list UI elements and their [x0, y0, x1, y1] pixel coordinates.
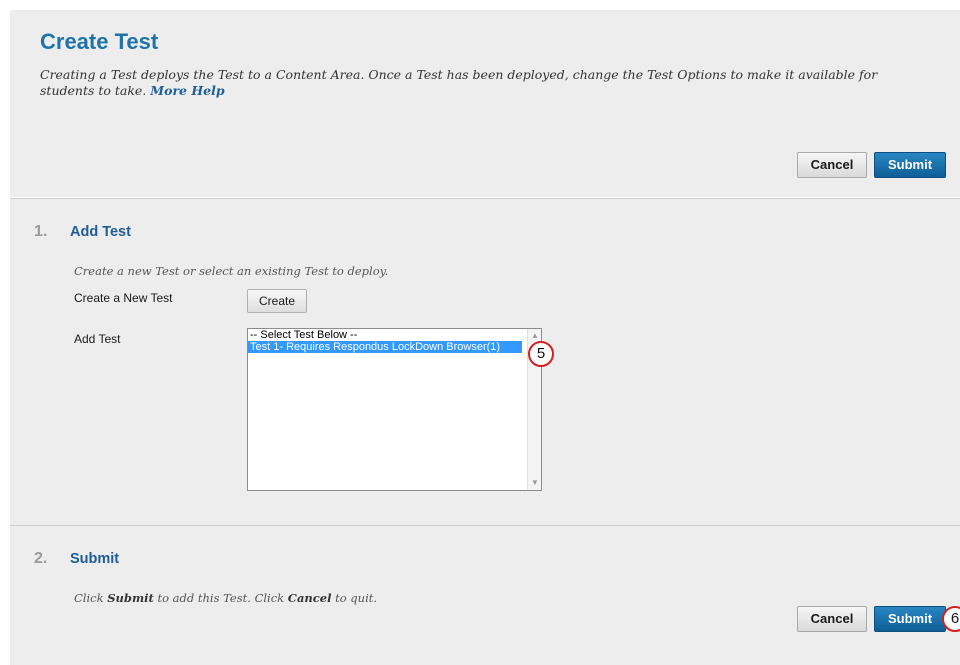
test-select-list[interactable]: -- Select Test Below -- Test 1- Requires… [247, 328, 542, 491]
instruction-text: to quit. [331, 591, 378, 605]
instruction-submit-word: Submit [107, 591, 154, 605]
cancel-button-top[interactable]: Cancel [797, 152, 867, 178]
scroll-down-arrow-icon[interactable]: ▼ [531, 479, 539, 487]
page-title: Create Test [40, 29, 159, 54]
create-button[interactable]: Create [247, 289, 307, 313]
section-title: Submit [70, 551, 120, 567]
submit-instructions: Click Submit to add this Test. Click Can… [74, 591, 377, 605]
create-new-test-label: Create a New Test [74, 291, 173, 305]
add-test-section: 1. Add Test Create a new Test or select … [10, 198, 960, 525]
cancel-button-bottom[interactable]: Cancel [797, 606, 867, 632]
step-number: 1. [34, 223, 48, 240]
step-number: 2. [34, 550, 48, 567]
page-header: Create Test Creating a Test deploys the … [10, 10, 960, 197]
instruction-cancel-word: Cancel [287, 591, 332, 605]
list-option-placeholder[interactable]: -- Select Test Below -- [248, 329, 541, 341]
add-test-label: Add Test [74, 332, 121, 346]
submit-button-bottom[interactable]: Submit [874, 606, 946, 632]
section-title: Add Test [70, 224, 131, 240]
scroll-up-arrow-icon[interactable]: ▲ [531, 332, 539, 340]
step-callout-5: 5 [528, 341, 554, 367]
submit-button-top[interactable]: Submit [874, 152, 946, 178]
more-help-link[interactable]: More Help [150, 83, 224, 98]
section-instructions: Create a new Test or select an existing … [74, 264, 389, 278]
page-description: Creating a Test deploys the Test to a Co… [40, 67, 930, 99]
submit-section: 2. Submit Click Submit to add this Test.… [10, 525, 960, 665]
list-option-test-1[interactable]: Test 1- Requires Respondus LockDown Brow… [248, 341, 522, 353]
instruction-text: to add this Test. Click [153, 591, 288, 605]
instruction-text: Click [74, 591, 108, 605]
